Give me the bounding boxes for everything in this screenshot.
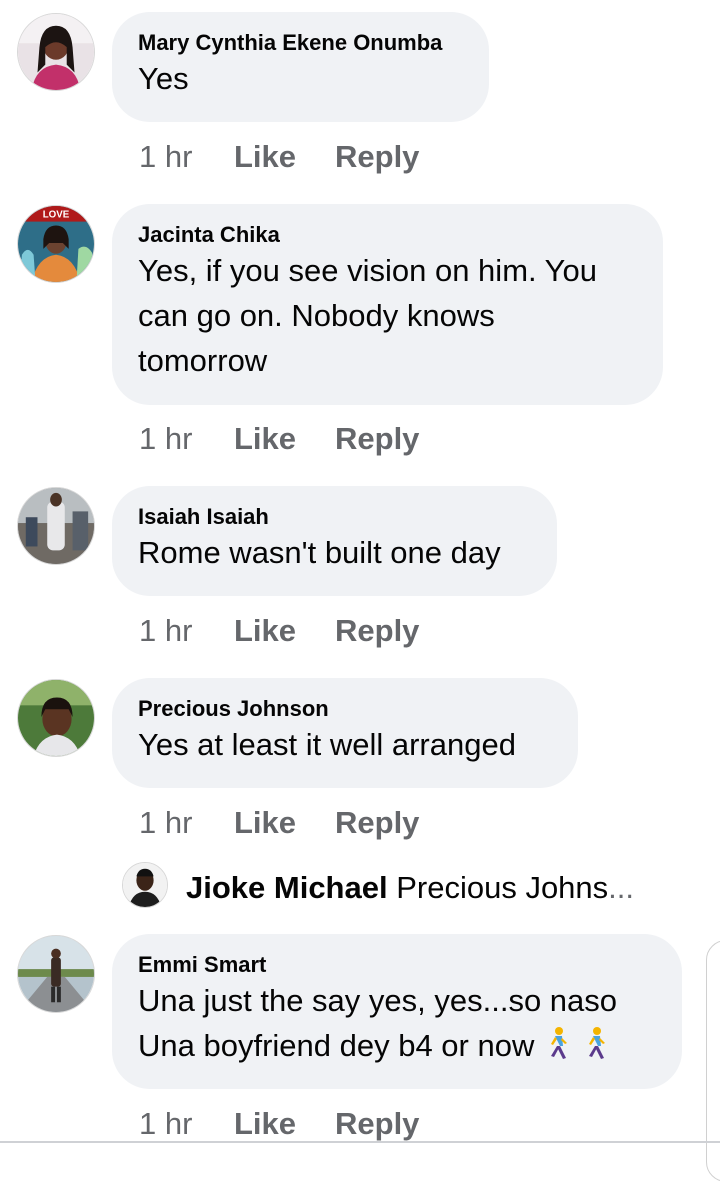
comment-text: Yes at least it well arranged <box>138 722 552 767</box>
comment-actions: 1 hr Like Reply <box>139 613 419 649</box>
reply-author[interactable]: Jioke Michael <box>186 870 388 905</box>
avatar-photo <box>123 863 167 907</box>
reply-button[interactable]: Reply <box>335 421 419 457</box>
avatar[interactable] <box>17 679 95 757</box>
comment-time[interactable]: 1 hr <box>139 1106 234 1142</box>
avatar-photo <box>18 488 94 564</box>
comment-text-line: Yes, if you see vision on him. You <box>138 253 597 288</box>
comment-time[interactable]: 1 hr <box>139 613 234 649</box>
comment-bubble: Precious Johnson Yes at least it well ar… <box>112 678 578 788</box>
comment-text-line: can go on. Nobody knows <box>138 298 495 333</box>
comment-text-line: Una boyfriend dey b4 or now <box>138 1023 656 1068</box>
scroll-edge <box>706 940 720 1182</box>
reply-button[interactable]: Reply <box>335 613 419 649</box>
avatar[interactable] <box>17 13 95 91</box>
avatar-photo: LOVE <box>18 206 94 282</box>
person-walking-emoji <box>551 1027 568 1059</box>
avatar[interactable] <box>17 935 95 1013</box>
comment-text-line: Una just the say yes, yes...so naso <box>138 983 618 1018</box>
comment-bubble: Emmi Smart Una just the say yes, yes...s… <box>112 934 682 1089</box>
reply-button[interactable]: Reply <box>335 139 419 175</box>
comment-text: Una just the say yes, yes...so naso Una … <box>138 978 656 1068</box>
comment-time[interactable]: 1 hr <box>139 421 234 457</box>
avatar-photo <box>18 14 94 90</box>
comment-author[interactable]: Emmi Smart <box>138 952 656 978</box>
comment-text-line: Yes at least it well arranged <box>138 727 516 762</box>
avatar[interactable] <box>17 487 95 565</box>
reply-button[interactable]: Reply <box>335 805 419 841</box>
like-button[interactable]: Like <box>234 421 335 457</box>
comment-text: Yes <box>138 56 463 101</box>
comment-time[interactable]: 1 hr <box>139 139 234 175</box>
reply-button[interactable]: Reply <box>335 1106 419 1142</box>
comment-time[interactable]: 1 hr <box>139 805 234 841</box>
comment-bubble: Isaiah Isaiah Rome wasn't built one day <box>112 486 557 596</box>
comment-author[interactable]: Mary Cynthia Ekene Onumba <box>138 30 463 56</box>
comment-text-line: Yes <box>138 61 189 96</box>
comment-text-line: tomorrow <box>138 343 268 378</box>
comment-text: Rome wasn't built one day <box>138 530 531 575</box>
comment-author[interactable]: Jacinta Chika <box>138 222 637 248</box>
like-button[interactable]: Like <box>234 805 335 841</box>
comment-author[interactable]: Precious Johnson <box>138 696 552 722</box>
comment-bubble: Jacinta Chika Yes, if you see vision on … <box>112 204 663 405</box>
comment-author[interactable]: Isaiah Isaiah <box>138 504 531 530</box>
reply-ellipsis: ... <box>608 870 635 905</box>
like-button[interactable]: Like <box>234 139 335 175</box>
comment-text-segment: Una boyfriend dey b4 or now <box>138 1028 535 1063</box>
comment-actions: 1 hr Like Reply <box>139 1106 419 1142</box>
avatar-banner-text: LOVE <box>43 210 70 221</box>
reply-preview-text: Jioke Michael Precious Johns... <box>186 870 634 906</box>
reply-snippet: Precious Johns <box>396 870 609 905</box>
person-walking-emoji <box>589 1027 606 1059</box>
like-button[interactable]: Like <box>234 1106 335 1142</box>
comment-actions: 1 hr Like Reply <box>139 139 419 175</box>
divider <box>0 1141 720 1143</box>
comment-text: Yes, if you see vision on him. You can g… <box>138 248 637 383</box>
comment-actions: 1 hr Like Reply <box>139 805 419 841</box>
like-button[interactable]: Like <box>234 613 335 649</box>
comment-text-line: Rome wasn't built one day <box>138 535 501 570</box>
avatar[interactable] <box>122 862 168 908</box>
comment-bubble: Mary Cynthia Ekene Onumba Yes <box>112 12 489 122</box>
avatar-photo <box>18 680 94 756</box>
comment-actions: 1 hr Like Reply <box>139 421 419 457</box>
avatar-photo <box>18 936 94 1012</box>
avatar[interactable]: LOVE <box>17 205 95 283</box>
